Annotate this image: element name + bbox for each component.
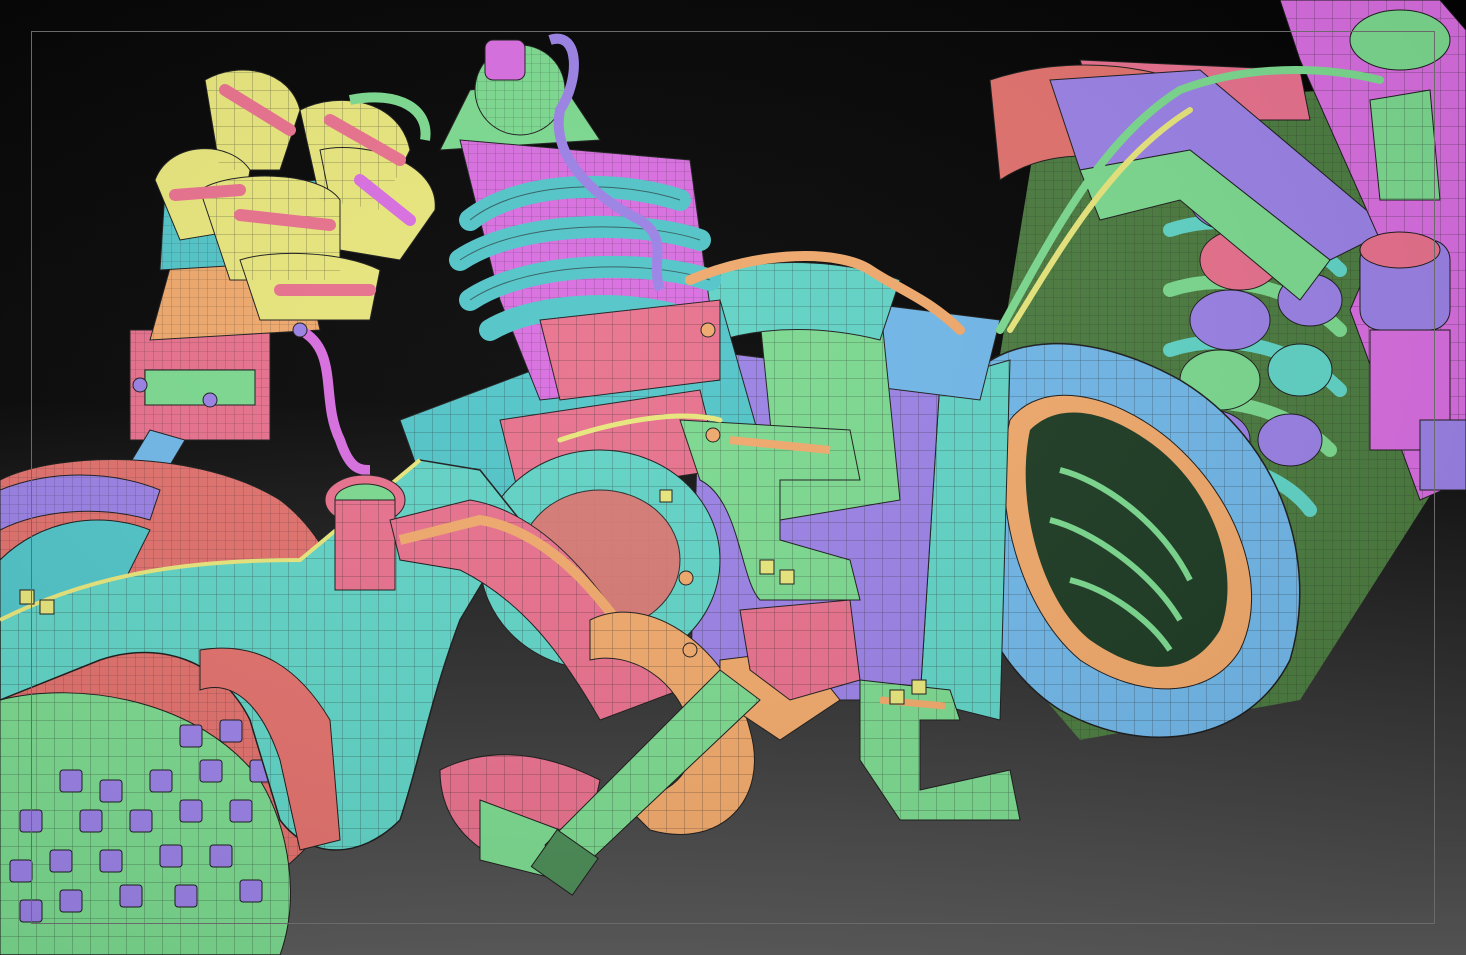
mechanical-model-render bbox=[0, 0, 1466, 955]
3d-viewport[interactable] bbox=[0, 0, 1466, 955]
